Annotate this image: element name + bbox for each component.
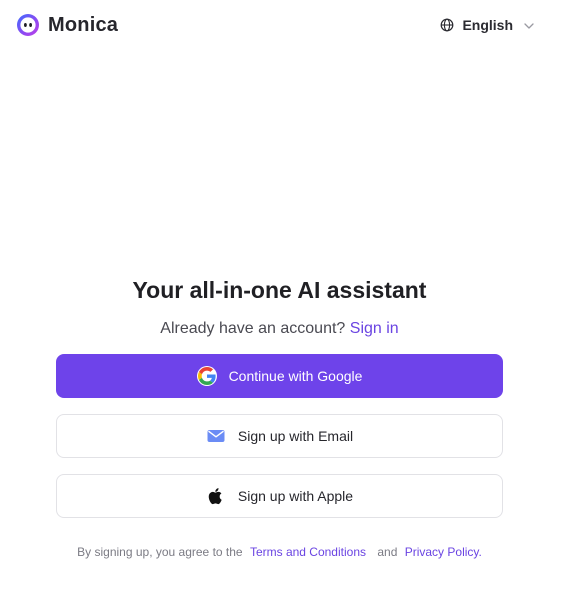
page-title: Your all-in-one AI assistant [132, 277, 427, 303]
continue-with-google-label: Continue with Google [228, 368, 363, 384]
signin-prompt-text: Already have an account? [160, 320, 346, 337]
brand-home-link[interactable]: Monica [16, 13, 118, 37]
monica-logo-icon [16, 13, 40, 37]
privacy-policy-link[interactable]: Privacy Policy. [405, 545, 482, 559]
mail-icon [206, 426, 226, 446]
terms-prefix: By signing up, you agree to the [77, 545, 243, 559]
signup-apple-label: Sign up with Apple [237, 488, 354, 504]
signup-page: Monica English Your all-in-one AI assist… [0, 0, 561, 600]
language-label: English [462, 17, 513, 33]
chevron-down-icon [523, 19, 535, 31]
signup-email-button[interactable]: Sign up with Email [56, 414, 503, 458]
globe-icon [440, 18, 454, 32]
terms-notice: By signing up, you agree to the Terms an… [56, 544, 503, 560]
signin-link[interactable]: Sign in [350, 320, 399, 337]
signup-panel: Your all-in-one AI assistant Already hav… [56, 272, 503, 560]
apple-icon [206, 486, 226, 506]
signup-apple-button[interactable]: Sign up with Apple [56, 474, 503, 518]
google-icon [196, 366, 217, 386]
terms-conjunction: and [377, 545, 398, 559]
language-selector[interactable]: English [440, 16, 535, 34]
terms-link[interactable]: Terms and Conditions [250, 545, 366, 559]
continue-with-google-button[interactable]: Continue with Google [56, 354, 503, 398]
signup-email-label: Sign up with Email [237, 428, 354, 444]
brand-name: Monica [48, 14, 119, 36]
signin-prompt: Already have an account? Sign in [56, 318, 503, 340]
header: Monica English [0, 0, 561, 52]
